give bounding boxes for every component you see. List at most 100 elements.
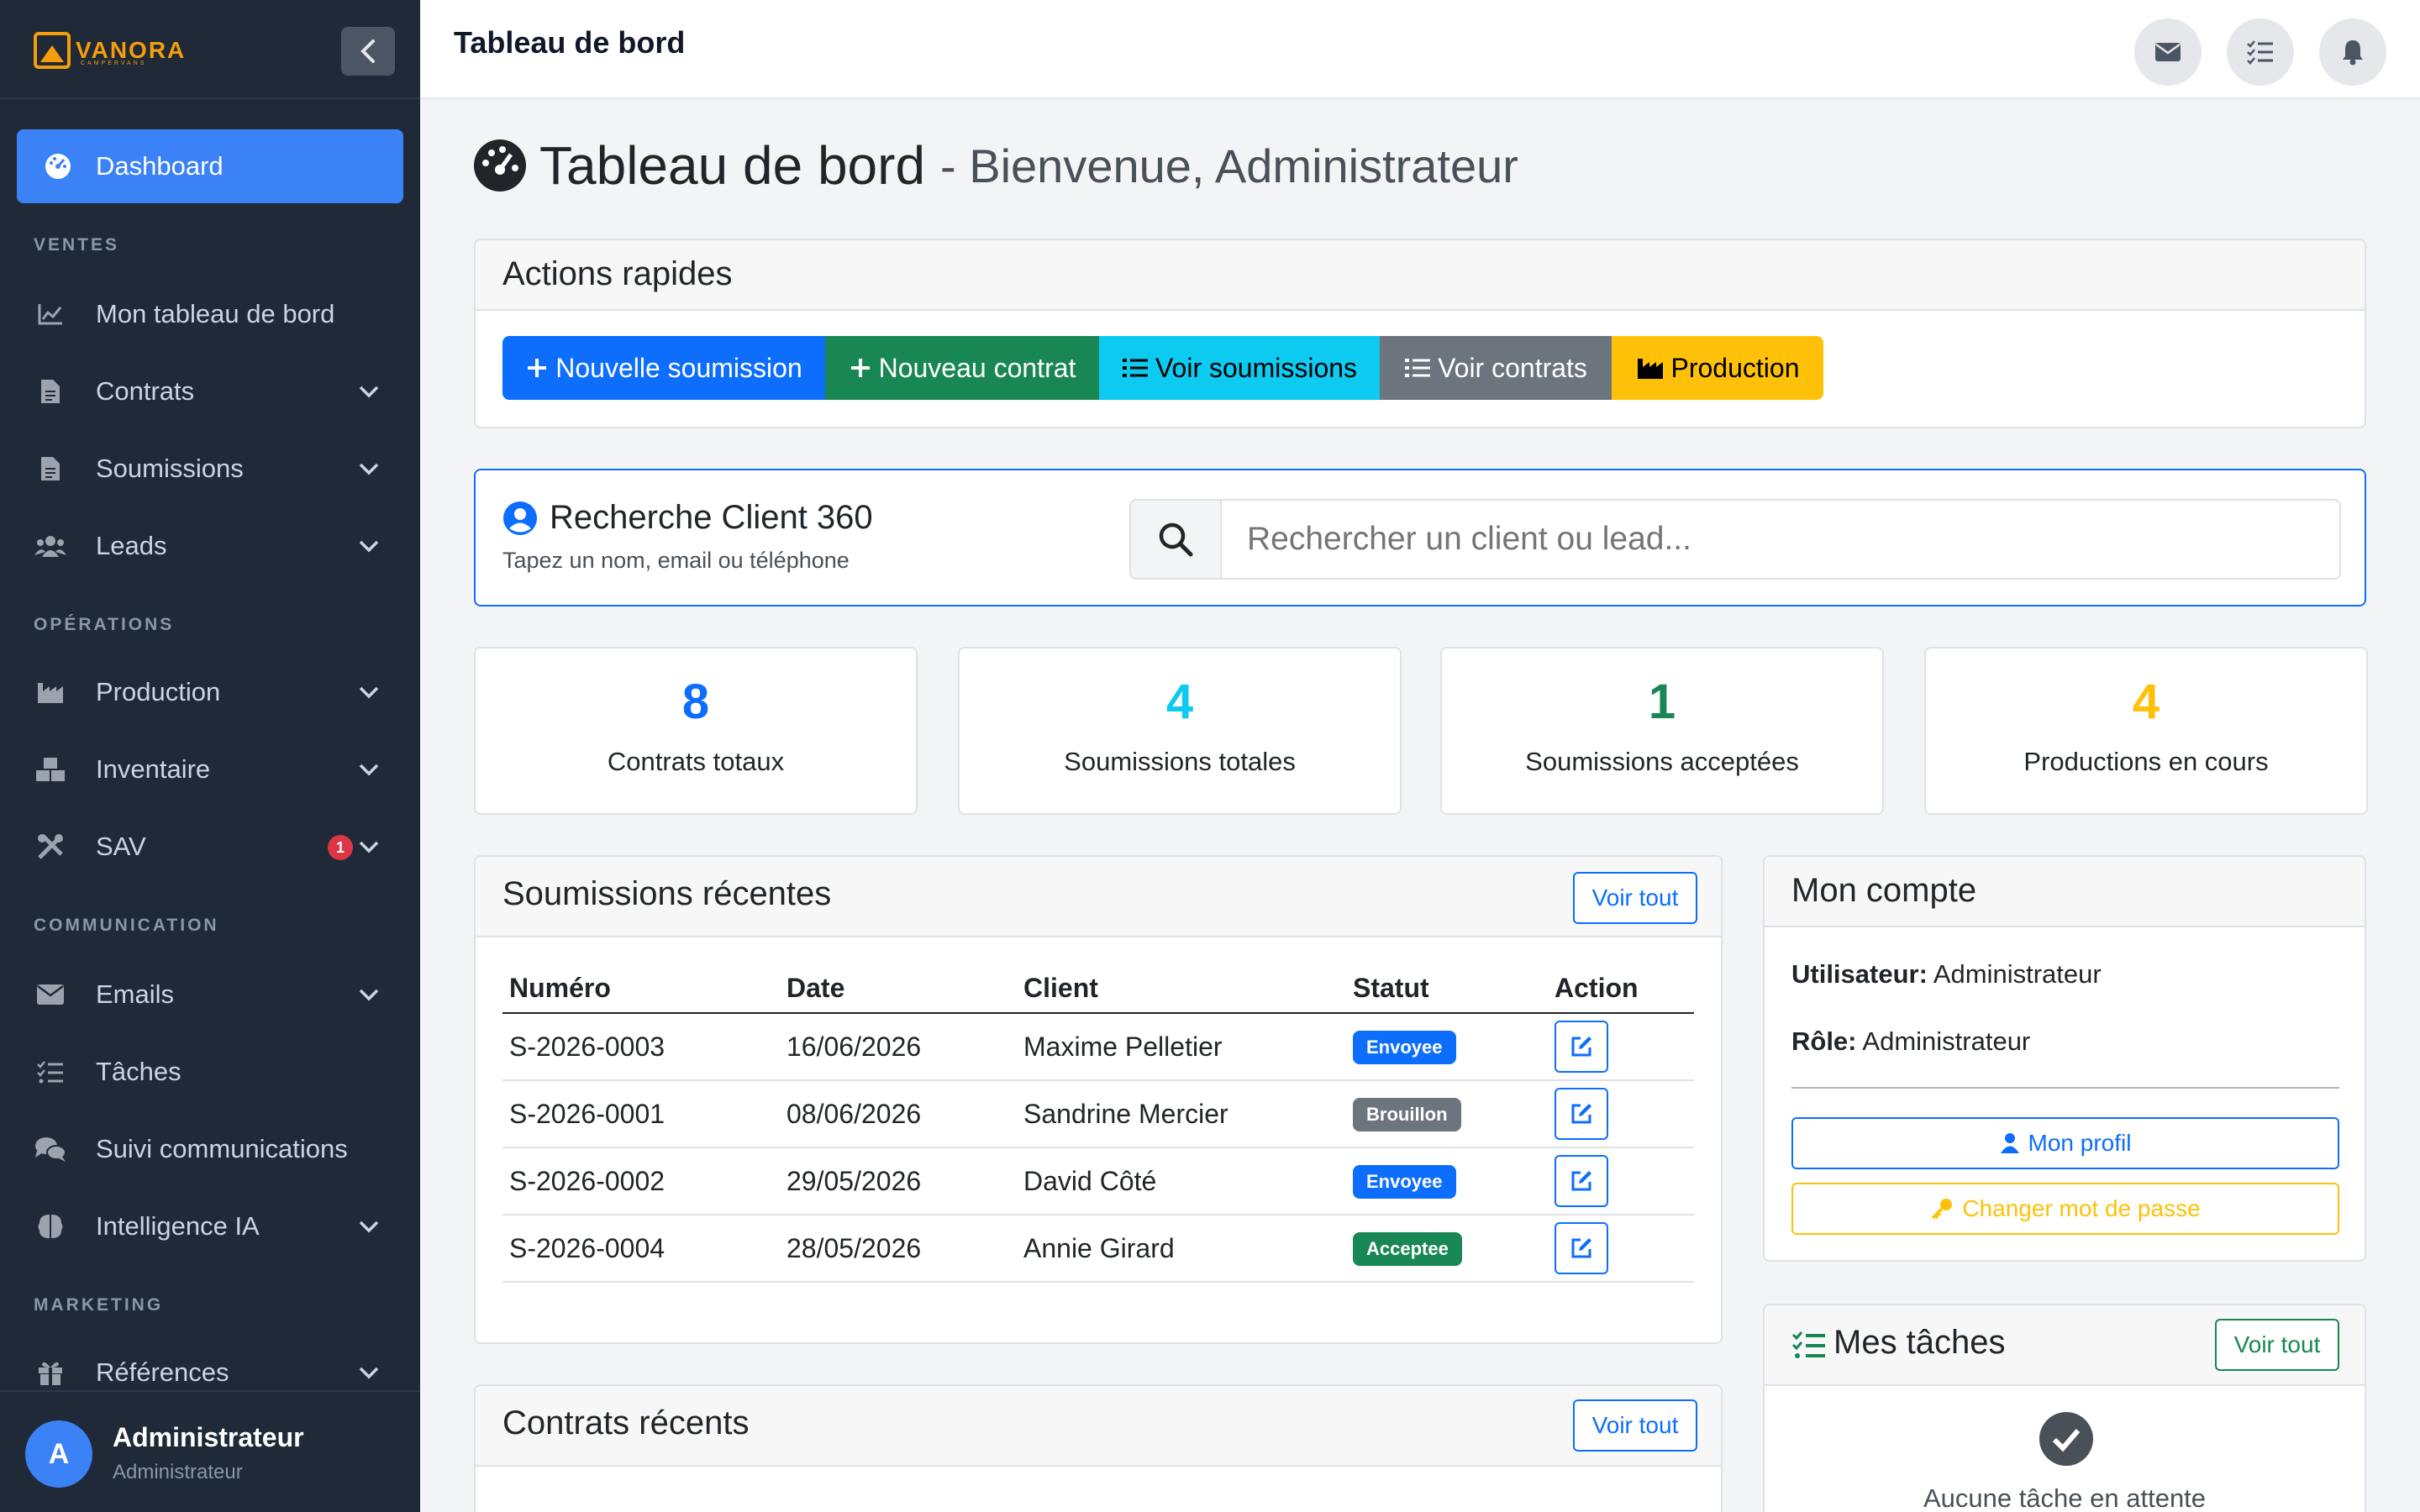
- list-icon: [1122, 359, 1148, 377]
- page-title: Tableau de bord - Bienvenue, Administrat…: [472, 134, 1518, 197]
- section-operations: OPÉRATIONS: [34, 615, 175, 634]
- recent-contracts-title: Contrats récents: [502, 1404, 750, 1441]
- column-header: Date: [780, 966, 1017, 1014]
- change-password-button[interactable]: Changer mot de passe: [1791, 1183, 2339, 1235]
- stat-label: Contrats totaux: [607, 747, 785, 776]
- quote-client: Maxime Pelletier: [1017, 1013, 1346, 1081]
- client-search-input[interactable]: [1220, 499, 2341, 580]
- sidebar-item-dashboard[interactable]: Dashboard: [17, 129, 403, 203]
- edit-button[interactable]: [1555, 1088, 1608, 1140]
- chevron-down-icon: [359, 841, 379, 853]
- quick-actions-header: Actions rapides: [476, 240, 2365, 311]
- recent-quotes-header: Soumissions récentes Voir tout: [476, 857, 1721, 937]
- status-badge: Envoyee: [1353, 1031, 1456, 1064]
- search-button[interactable]: [1129, 499, 1220, 580]
- quick-actions-card: Actions rapides Nouvelle soumission Nouv…: [474, 239, 2366, 428]
- page-title-text: Tableau de bord: [539, 135, 926, 196]
- quote-client: David Côté: [1017, 1147, 1346, 1215]
- tools-icon: [38, 834, 63, 859]
- role-label: Rôle:: [1791, 1026, 1857, 1056]
- account-card: Mon compte Utilisateur: Administrateur R…: [1763, 855, 2366, 1262]
- sidebar-item-label: Mon tableau de bord: [96, 299, 335, 328]
- production-button[interactable]: Production: [1612, 336, 1823, 400]
- status-badge: Brouillon: [1353, 1098, 1461, 1131]
- recent-quotes-table: Numéro Date Client Statut Action S-2026-…: [502, 966, 1694, 1283]
- quote-number: S-2026-0004: [502, 1215, 780, 1283]
- divider: [1791, 1087, 2339, 1089]
- boxes-icon: [36, 758, 65, 781]
- sidebar-item-taches[interactable]: Tâches: [34, 1047, 387, 1097]
- mountain-logo-icon: [34, 32, 71, 69]
- messages-button[interactable]: [2134, 18, 2202, 86]
- profile-button-label: Mon profil: [2028, 1130, 2132, 1156]
- sidebar-item-emails[interactable]: Emails: [34, 969, 387, 1020]
- sidebar-item-production[interactable]: Production: [34, 667, 387, 717]
- sidebar-item-suivi-communications[interactable]: Suivi communications: [34, 1124, 387, 1174]
- account-title: Mon compte: [1791, 872, 1977, 909]
- section-ventes: VENTES: [34, 235, 120, 255]
- section-marketing: MARKETING: [34, 1295, 164, 1315]
- stat-card-contracts: 8 Contrats totaux: [474, 647, 918, 815]
- stat-value: 8: [681, 675, 710, 729]
- quote-number: S-2026-0003: [502, 1013, 780, 1081]
- search-title: Recherche Client 360: [550, 499, 873, 536]
- sidebar-item-contrats[interactable]: Contrats: [34, 366, 387, 417]
- role-value: Administrateur: [1862, 1026, 2031, 1056]
- notification-badge: 1: [328, 835, 353, 860]
- stat-value: 1: [1648, 675, 1676, 729]
- view-all-tasks-button[interactable]: Voir tout: [2215, 1319, 2339, 1371]
- view-all-contracts-button[interactable]: Voir tout: [1573, 1399, 1697, 1452]
- industry-icon: [1637, 359, 1663, 379]
- sidebar-user[interactable]: A Administrateur Administrateur: [0, 1390, 420, 1512]
- view-all-quotes-button[interactable]: Voir tout: [1573, 872, 1697, 924]
- view-quotes-button[interactable]: Voir soumissions: [1099, 336, 1380, 400]
- quick-actions-title: Actions rapides: [502, 255, 733, 292]
- sidebar-item-label: Production: [96, 677, 221, 706]
- sidebar-item-inventaire[interactable]: Inventaire: [34, 744, 387, 795]
- recent-quotes-card: Soumissions récentes Voir tout Numéro Da…: [474, 855, 1723, 1344]
- table-row: S-2026-0001 08/06/2026 Sandrine Mercier …: [502, 1080, 1694, 1148]
- search-icon: [1159, 522, 1193, 557]
- column-header: Action: [1548, 966, 1694, 1014]
- sidebar-item-label: Tâches: [96, 1057, 182, 1086]
- chevron-down-icon: [359, 764, 379, 776]
- edit-button[interactable]: [1555, 1021, 1608, 1073]
- new-quote-button[interactable]: Nouvelle soumission: [502, 336, 825, 400]
- edit-icon: [1571, 1104, 1591, 1124]
- key-icon: [1932, 1199, 1953, 1220]
- sidebar-item-intelligence-ia[interactable]: Intelligence IA: [34, 1201, 387, 1252]
- table-row: S-2026-0002 29/05/2026 David Côté Envoye…: [502, 1147, 1694, 1215]
- quote-date: 29/05/2026: [780, 1147, 1017, 1215]
- file-icon: [41, 457, 60, 480]
- sidebar-item-leads[interactable]: Leads: [34, 521, 387, 571]
- envelope-icon: [37, 984, 64, 1005]
- sidebar-item-sav[interactable]: SAV 1: [34, 822, 387, 872]
- quote-date: 16/06/2026: [780, 1013, 1017, 1081]
- column-header: Client: [1017, 966, 1346, 1014]
- sidebar-item-label: Emails: [96, 979, 175, 1009]
- chart-line-icon: [38, 304, 62, 325]
- profile-button[interactable]: Mon profil: [1791, 1117, 2339, 1169]
- view-contracts-button[interactable]: Voir contrats: [1380, 336, 1612, 400]
- new-contract-button[interactable]: Nouveau contrat: [825, 336, 1099, 400]
- sidebar-item-soumissions[interactable]: Soumissions: [34, 444, 387, 494]
- stat-label: Soumissions totales: [1064, 747, 1296, 776]
- sidebar-collapse-button[interactable]: [341, 27, 395, 76]
- brand-tagline: CAMPERVANS: [81, 60, 147, 66]
- tasks-title: Mes tâches: [1833, 1324, 2006, 1361]
- sidebar-item-label: Suivi communications: [96, 1134, 348, 1163]
- brand-logo[interactable]: VANORA CAMPERVANS: [34, 32, 186, 69]
- sidebar-item-mon-tableau[interactable]: Mon tableau de bord: [34, 289, 387, 339]
- tasks-button[interactable]: [2227, 18, 2294, 86]
- user-circle-icon: [503, 501, 537, 535]
- chevron-left-icon: [360, 39, 375, 63]
- tasks-icon: [2247, 40, 2273, 65]
- stat-value: 4: [1165, 675, 1194, 729]
- notifications-button[interactable]: [2319, 18, 2386, 86]
- production-label: Production: [1670, 352, 1800, 383]
- user-label: Utilisateur:: [1791, 959, 1928, 989]
- users-icon: [34, 536, 66, 557]
- tasks-empty-message: Aucune tâche en attente: [1923, 1483, 2207, 1512]
- edit-button[interactable]: [1555, 1222, 1608, 1274]
- edit-button[interactable]: [1555, 1155, 1608, 1207]
